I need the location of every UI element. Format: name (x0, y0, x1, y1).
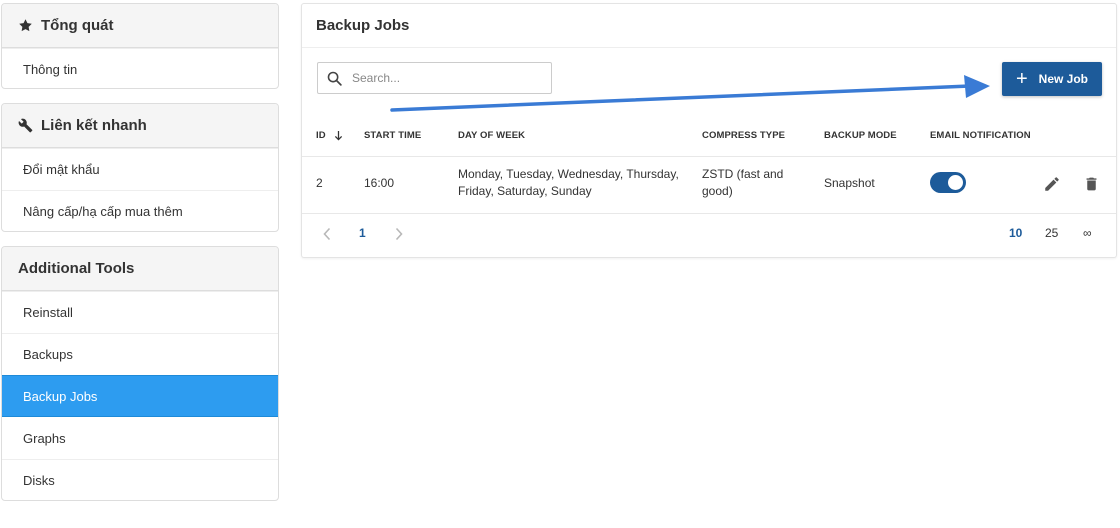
column-header-backup-mode[interactable]: BACKUP MODE (824, 130, 897, 141)
sidebar-item-label: Reinstall (23, 305, 73, 320)
sidebar-item-label: Nâng cấp/hạ cấp mua thêm (23, 204, 183, 219)
general-panel-title: Tổng quát (41, 17, 114, 34)
sidebar-item-backups[interactable]: Backups (2, 333, 278, 375)
divider (302, 213, 1116, 214)
page-title: Backup Jobs (302, 4, 1116, 48)
general-panel: Tổng quát Thông tin (1, 3, 279, 89)
email-notification-toggle[interactable] (930, 172, 966, 193)
sidebar-item-info[interactable]: Thông tin (2, 48, 278, 88)
search-icon (326, 70, 343, 87)
new-job-button[interactable]: + New Job (1002, 62, 1102, 96)
general-panel-header: Tổng quát (2, 4, 278, 48)
column-header-label: ID (316, 130, 326, 141)
column-header-email-notification[interactable]: EMAIL NOTIFICATION (930, 130, 1031, 141)
sidebar-item-label: Disks (23, 473, 55, 488)
cell-compress-type: ZSTD (fast and good) (702, 166, 783, 200)
sidebar-item-change-password[interactable]: Đổi mật khẩu (2, 148, 278, 190)
sidebar-item-graphs[interactable]: Graphs (2, 417, 278, 459)
cell-day-of-week-line: Monday, Tuesday, Wednesday, Thursday, (458, 167, 679, 181)
sidebar-item-label: Graphs (23, 430, 66, 446)
page-size-option[interactable]: 10 (1009, 226, 1022, 240)
column-header-start-time[interactable]: START TIME (364, 130, 421, 141)
column-header-id[interactable]: ID (316, 130, 343, 141)
edit-icon[interactable] (1042, 174, 1062, 194)
new-job-label: New Job (1038, 72, 1089, 86)
toggle-knob (948, 175, 963, 190)
additional-tools-panel: Additional Tools Reinstall Backups Backu… (1, 246, 279, 501)
cell-id: 2 (316, 176, 323, 190)
cell-compress-type-line: good) (702, 184, 733, 198)
page-number[interactable]: 1 (359, 226, 366, 240)
cell-day-of-week: Monday, Tuesday, Wednesday, Thursday, Fr… (458, 166, 679, 200)
quick-links-panel-title: Liên kết nhanh (41, 117, 147, 134)
sidebar-item-label: Backup Jobs (23, 388, 98, 404)
sidebar-item-disks[interactable]: Disks (2, 459, 278, 500)
cell-start-time: 16:00 (364, 176, 395, 190)
quick-links-panel-header: Liên kết nhanh (2, 104, 278, 148)
sidebar-item-label: Thông tin (23, 62, 78, 77)
quick-links-panel: Liên kết nhanh Đổi mật khẩu Nâng cấp/hạ … (1, 103, 279, 232)
prev-page-icon[interactable] (322, 227, 332, 244)
sidebar-item-backup-jobs[interactable]: Backup Jobs (2, 375, 278, 417)
sidebar-item-reinstall[interactable]: Reinstall (2, 291, 278, 333)
cell-backup-mode: Snapshot (824, 176, 875, 190)
cell-compress-type-line: ZSTD (fast and (702, 167, 784, 181)
search-input[interactable] (352, 71, 542, 85)
trash-icon[interactable] (1081, 174, 1101, 194)
column-header-day-of-week[interactable]: DAY OF WEEK (458, 130, 525, 141)
wrench-icon (18, 118, 34, 134)
sidebar-item-label: Backups (23, 347, 73, 362)
additional-tools-panel-header: Additional Tools (2, 247, 278, 291)
sidebar-item-label: Đổi mật khẩu (23, 162, 100, 177)
divider (302, 156, 1116, 157)
sidebar-item-upgrade[interactable]: Nâng cấp/hạ cấp mua thêm (2, 190, 278, 231)
page-size-option[interactable]: ∞ (1083, 226, 1092, 240)
sort-down-icon (334, 130, 343, 141)
column-header-compress-type[interactable]: COMPRESS TYPE (702, 130, 785, 141)
plus-icon: + (1015, 68, 1028, 90)
next-page-icon[interactable] (394, 227, 404, 244)
cell-day-of-week-line: Friday, Saturday, Sunday (458, 184, 592, 198)
star-icon (18, 18, 34, 34)
search-box[interactable] (317, 62, 552, 94)
page-size-option[interactable]: 25 (1045, 226, 1058, 240)
backup-jobs-card: Backup Jobs + New Job ID START TIME DAY … (301, 3, 1117, 258)
additional-tools-panel-title: Additional Tools (18, 260, 135, 277)
